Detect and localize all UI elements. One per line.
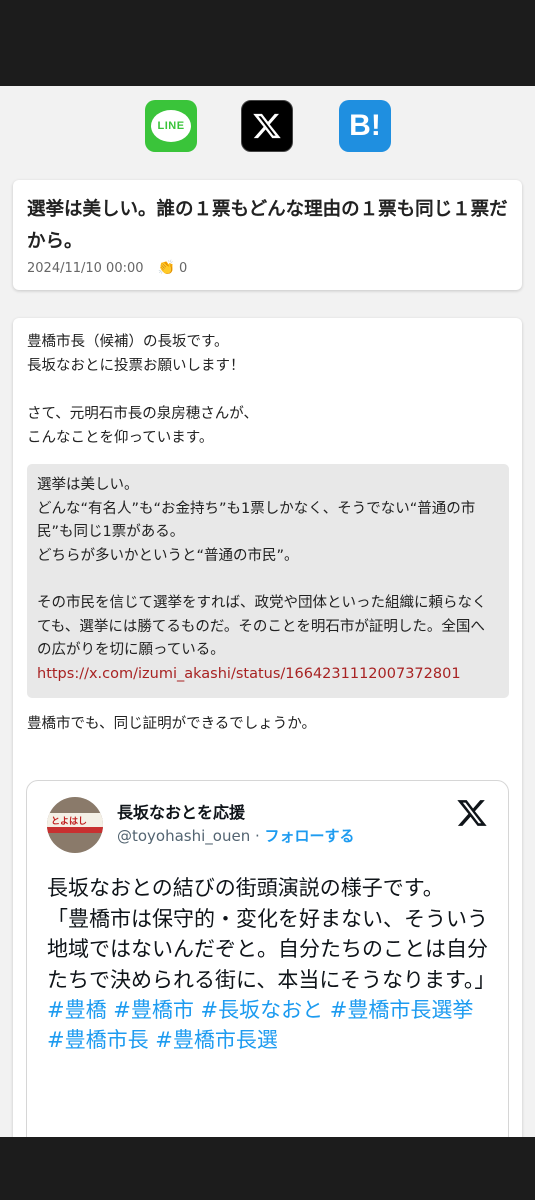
- title-card: 選挙は美しい。誰の１票もどんな理由の１票も同じ１票だから。 2024/11/10…: [13, 180, 522, 290]
- hatena-bookmark-icon: B!: [349, 109, 381, 142]
- hatena-share-button[interactable]: B!: [339, 100, 391, 152]
- account-handle[interactable]: @toyohashi_ouen: [117, 827, 250, 845]
- x-share-button[interactable]: [241, 100, 293, 152]
- avatar[interactable]: とよはし: [47, 797, 103, 853]
- post-date: 2024/11/10 00:00: [27, 260, 144, 276]
- line-icon: LINE: [151, 110, 191, 142]
- clap-count: 0: [178, 260, 188, 276]
- account-handle-row: @toyohashi_ouen · フォローする: [117, 827, 355, 845]
- share-buttons: LINE B!: [0, 100, 535, 154]
- status-bar: [0, 0, 535, 86]
- quote-text: どちらが多いかというと“普通の市民”。: [37, 547, 299, 564]
- quote-link[interactable]: https://x.com/izumi_akashi/status/166423…: [37, 663, 499, 687]
- article-page: LINE B! 選挙は美しい。誰の１票もどんな理由の１票も同じ１票だから。 20…: [0, 86, 535, 1137]
- blockquote: 選挙は美しい。 どんな“有名人”も“お金持ち”も1票しかなく、そうでない“普通の…: [27, 464, 509, 698]
- quote-text: 選挙は美しい。: [37, 477, 139, 493]
- account-name[interactable]: 長坂なおとを応援: [117, 799, 245, 823]
- body-text: 長坂なおとに投票お願いします！: [27, 358, 245, 374]
- follow-button[interactable]: フォローする: [265, 827, 355, 845]
- tweet-header: とよはし 長坂なおとを応援 @toyohashi_ouen · フォローする: [47, 795, 488, 855]
- body-text: さて、元明石市長の泉房穂さんが、: [27, 406, 258, 422]
- quote-text: その市民を信じて選挙をすれば、政党や団体といった組織に頼らなくても、選挙には勝て…: [37, 595, 487, 658]
- post-meta: 2024/11/10 00:00 👏 0: [27, 260, 187, 276]
- tweet-hashtags[interactable]: #豊橋 #豊橋市 #長坂なおと #豊橋市長選挙 #豊橋市長 #豊橋市長選: [47, 995, 488, 1055]
- x-icon: [253, 113, 281, 139]
- body-text: こんなことを仰っています。: [27, 430, 214, 446]
- embedded-tweet[interactable]: とよはし 長坂なおとを応援 @toyohashi_ouen · フォローする 長…: [26, 780, 509, 1137]
- post-title: 選挙は美しい。誰の１票もどんな理由の１票も同じ１票だから。: [27, 199, 508, 252]
- tweet-text: 長坂なおとの結びの街頭演説の様子です。 「豊橋市は保守的・変化を好まない、そうい…: [47, 876, 496, 992]
- body-text: 豊橋市長（候補）の長坂です。: [27, 334, 229, 350]
- body-text: 豊橋市でも、同じ証明ができるでしょうか。: [27, 716, 316, 732]
- article-body: 豊橋市長（候補）の長坂です。 長坂なおとに投票お願いします！ さて、元明石市長の…: [13, 318, 522, 1137]
- line-share-button[interactable]: LINE: [145, 100, 197, 152]
- x-logo-icon[interactable]: [456, 797, 488, 829]
- navigation-bar: [0, 1137, 535, 1200]
- quote-text: どんな“有名人”も“お金持ち”も1票しかなく、そうでない“普通の市民”も同じ1票…: [37, 500, 476, 541]
- clap-icon[interactable]: 👏: [158, 260, 175, 276]
